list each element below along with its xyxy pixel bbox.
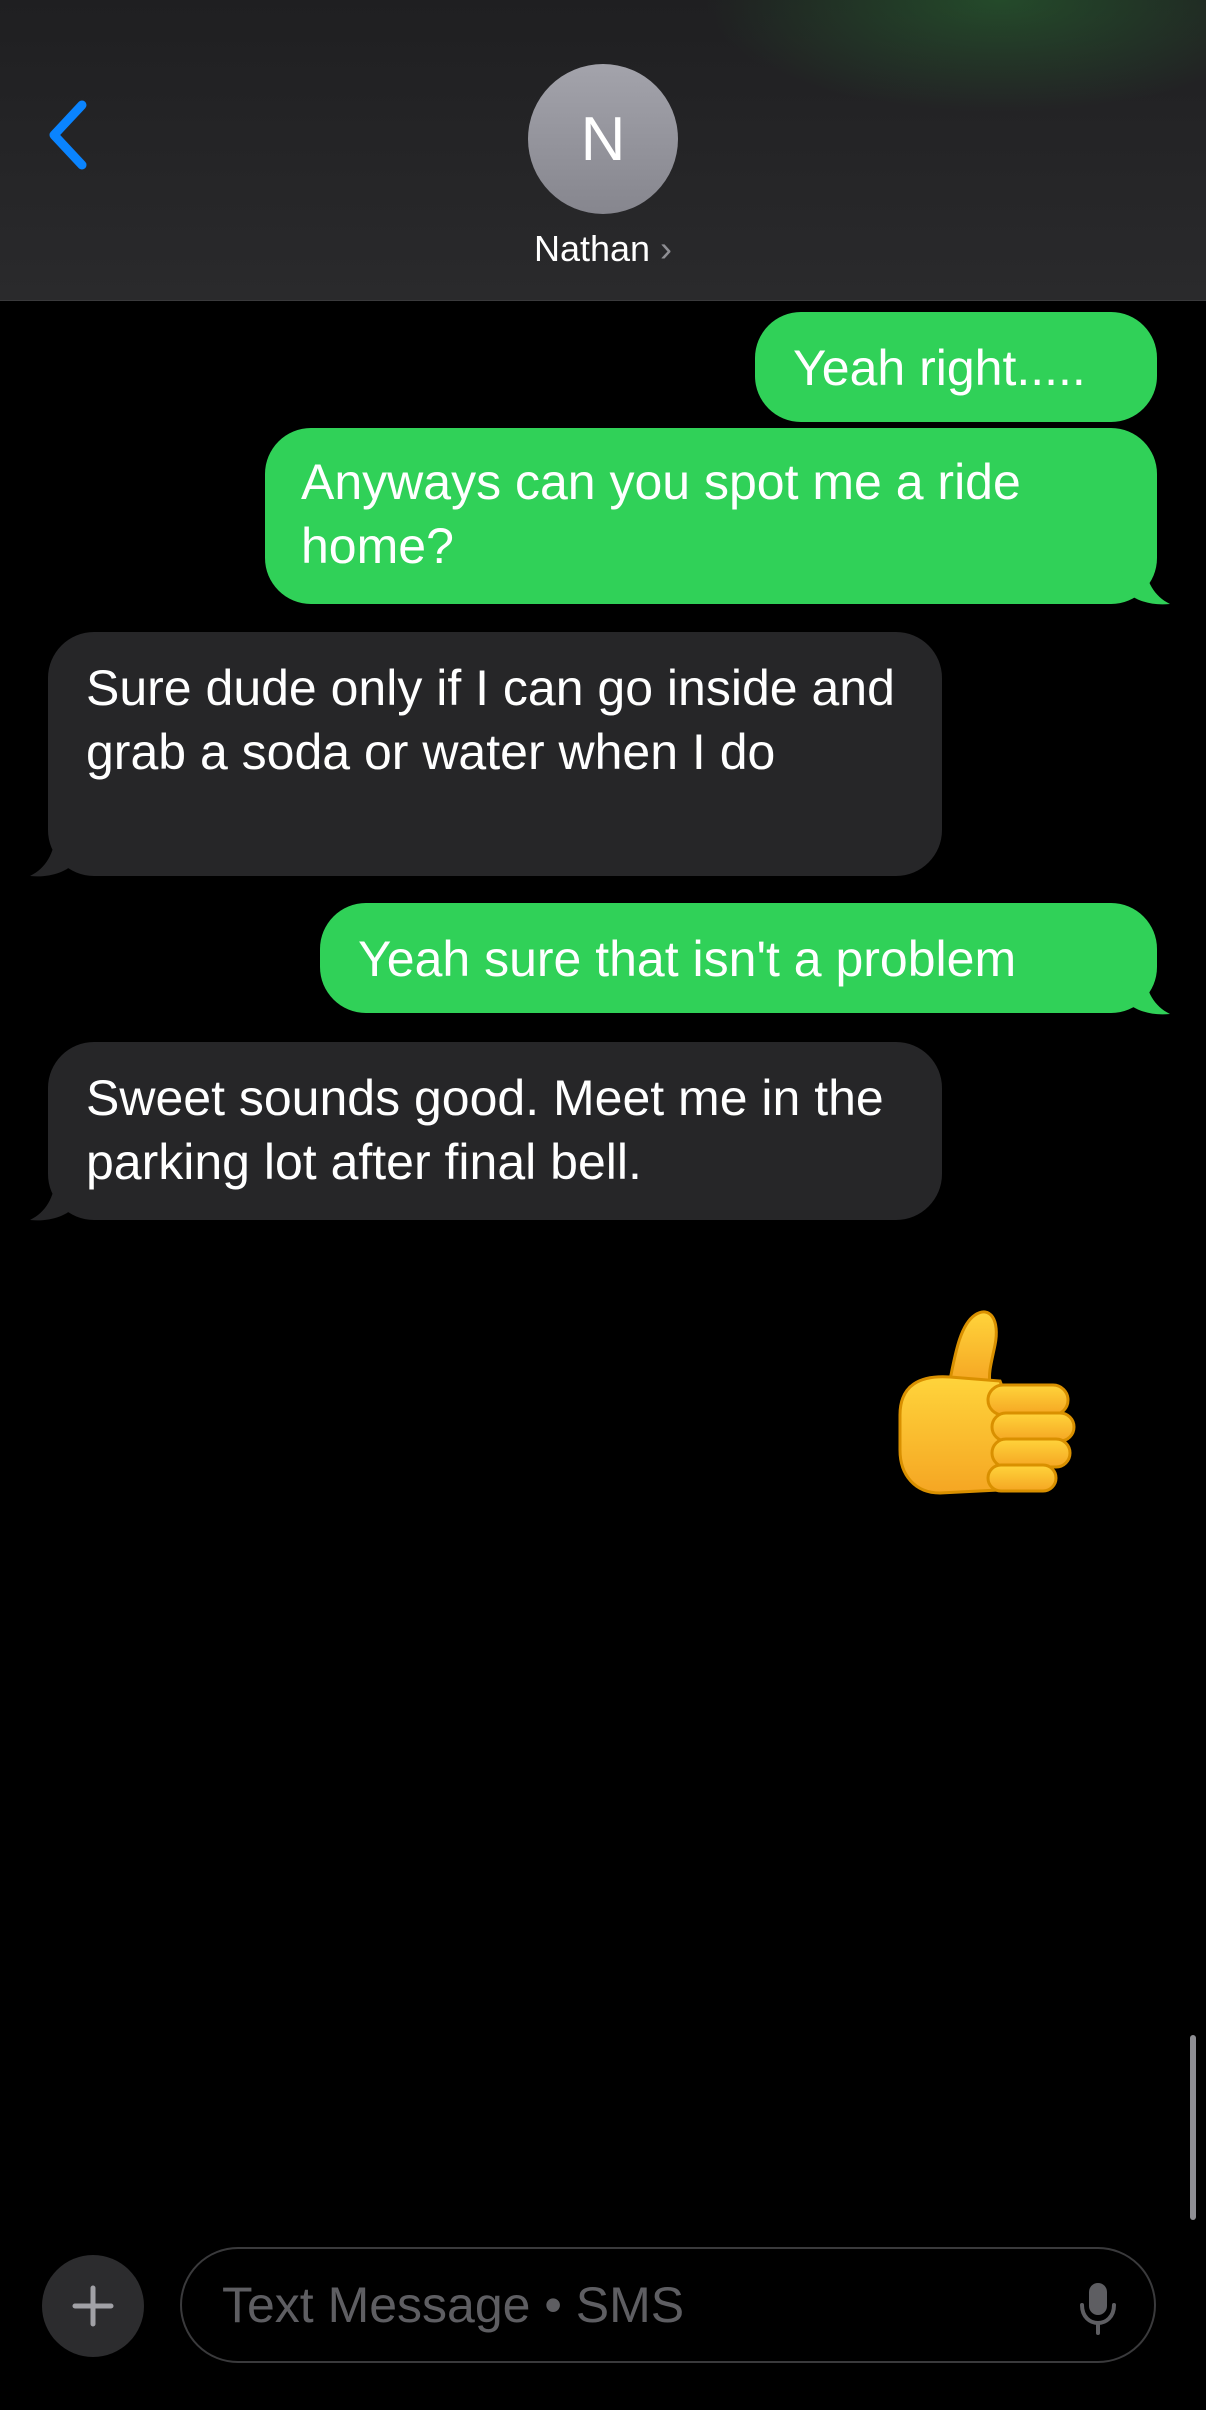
bubble-tail [1120,970,1170,1015]
message-input-placeholder: Text Message • SMS [222,2277,685,2333]
bubble-tail [30,832,80,877]
chevron-left-icon [49,100,87,170]
contact-avatar[interactable]: N [528,64,678,214]
bubble-tail [30,1176,80,1221]
message-bubble-sent[interactable]: Yeah sure that isn't a problem [320,903,1157,1013]
message-text: Sweet sounds good. Meet me in the parkin… [86,1070,884,1190]
contact-name-button[interactable]: Nathan › [0,228,1206,270]
microphone-icon[interactable] [1078,2281,1118,2335]
message-input[interactable]: Text Message • SMS [180,2247,1156,2363]
chevron-right-icon: › [660,228,673,269]
message-text: Yeah right..... [793,340,1086,396]
message-bubble-received[interactable]: Sure dude only if I can go inside and gr… [48,632,942,876]
back-button[interactable] [40,95,100,175]
conversation-header: N Nathan › [0,0,1206,301]
thumbs-up-emoji[interactable] [880,1285,1120,1525]
message-text: Yeah sure that isn't a problem [358,931,1017,987]
message-text: Sure dude only if I can go inside and gr… [86,660,895,780]
avatar-initial: N [580,104,626,174]
bubble-tail [1120,560,1170,605]
message-bubble-sent[interactable]: Anyways can you spot me a ride home? [265,428,1157,604]
message-bubble-sent[interactable]: Yeah right..... [755,312,1157,422]
plus-icon [72,2285,114,2327]
scrollbar[interactable] [1190,2035,1196,2220]
message-text: Anyways can you spot me a ride home? [301,454,1021,574]
message-bubble-received[interactable]: Sweet sounds good. Meet me in the parkin… [48,1042,942,1220]
add-attachment-button[interactable] [42,2255,144,2357]
contact-name: Nathan [533,228,651,269]
